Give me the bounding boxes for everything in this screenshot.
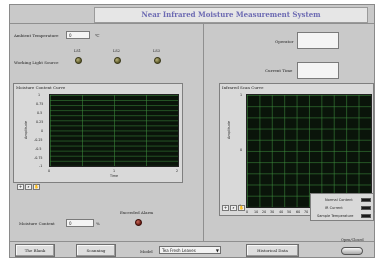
spectrum-legend: Normal Content IR Current Sample Tempera… <box>310 193 374 221</box>
light-source-label: Working Light Source <box>14 60 59 65</box>
the-blank-button[interactable]: The Blank <box>15 244 55 257</box>
y-tick: 0.5 <box>37 111 43 115</box>
ambient-temperature-label: Ambient Temperature <box>14 33 59 38</box>
moisture-content-label: Moisture Content <box>19 221 55 226</box>
open-closed-label: Open/Closed <box>341 238 364 242</box>
legend-swatch <box>361 214 371 218</box>
light-source-2-indicator <box>114 57 121 64</box>
y-tick: 0.25 <box>36 120 44 124</box>
legend-swatch <box>361 206 371 210</box>
y-tick: 0 <box>240 148 243 152</box>
x-tick: 20 <box>262 210 267 214</box>
moisture-chart-title: Moisture Content Curve <box>16 85 66 90</box>
legend-item: Sample Temperature <box>317 214 354 218</box>
x-tick: 70 <box>304 210 309 214</box>
moisture-content-unit: % <box>96 221 100 226</box>
hand-icon[interactable]: ✋ <box>238 205 245 211</box>
top-divider <box>10 23 374 24</box>
zoom-icon[interactable]: ⌕ <box>25 184 32 190</box>
moisture-chart-plot <box>49 94 179 167</box>
model-select[interactable]: Tea Fresh Leaves ▼ <box>159 246 221 254</box>
led-label-3: LS3 <box>153 49 160 53</box>
exceeded-alarm-label: Exceeded Alarm <box>120 210 154 215</box>
operator-field[interactable] <box>297 32 339 49</box>
led-label-2: LS2 <box>113 49 120 53</box>
chevron-down-icon: ▼ <box>215 248 219 253</box>
cursor-icon[interactable]: + <box>17 184 24 190</box>
y-tick: 0 <box>41 129 44 133</box>
spectrum-chart-toolbar: + ⌕ ✋ <box>222 205 245 211</box>
y-tick: -0.75 <box>34 156 43 160</box>
spectrum-chart-plot <box>246 94 372 208</box>
x-tick: 0 <box>48 169 51 173</box>
x-tick: 0 <box>246 210 249 214</box>
legend-item: IR Current <box>325 206 343 210</box>
y-tick: 1 <box>240 93 243 97</box>
y-tick: -0.25 <box>34 138 43 142</box>
x-tick: 60 <box>296 210 301 214</box>
moisture-chart-toolbar: + ⌕ ✋ <box>17 184 40 190</box>
operator-label: Operator <box>275 39 294 44</box>
open-closed-toggle[interactable] <box>341 247 363 255</box>
led-label-1: LS1 <box>74 49 81 53</box>
bottom-divider <box>10 241 374 242</box>
spectrum-chart-ylabel: Amplitude <box>226 121 231 139</box>
x-tick: 10 <box>254 210 259 214</box>
moisture-chart: Moisture Content Curve Amplitude 1 0.75 … <box>13 83 183 183</box>
model-select-value: Tea Fresh Leaves <box>162 248 196 253</box>
moisture-content-field[interactable]: 0 <box>66 219 94 227</box>
vertical-divider <box>203 23 204 241</box>
x-tick: 50 <box>287 210 292 214</box>
legend-swatch <box>361 198 371 202</box>
y-tick: -1 <box>39 164 43 168</box>
ambient-temperature-unit: ℃ <box>95 33 100 38</box>
historical-data-button[interactable]: Historical Data <box>246 244 299 257</box>
cursor-icon[interactable]: + <box>222 205 229 211</box>
light-source-1-indicator <box>75 57 82 64</box>
scanning-button[interactable]: Scanning <box>76 244 116 257</box>
y-tick: -0.5 <box>35 147 42 151</box>
x-tick: 1 <box>113 169 116 173</box>
x-tick: 2 <box>176 169 179 173</box>
moisture-chart-xlabel: Time <box>110 174 119 178</box>
x-tick: 40 <box>279 210 284 214</box>
moisture-chart-ylabel: Amplitude <box>23 121 28 139</box>
model-label: Model <box>140 249 153 254</box>
page-title: Near Infrared Moisture Measurement Syste… <box>94 7 368 23</box>
zoom-icon[interactable]: ⌕ <box>230 205 237 211</box>
current-time-field[interactable] <box>297 62 339 79</box>
main-panel: Near Infrared Moisture Measurement Syste… <box>9 4 375 258</box>
y-tick: 0.75 <box>36 102 44 106</box>
y-tick: 1 <box>38 93 41 97</box>
exceeded-alarm-indicator <box>135 219 142 226</box>
current-time-label: Current Time <box>265 68 293 73</box>
light-source-3-indicator <box>154 57 161 64</box>
x-tick: 30 <box>270 210 275 214</box>
ambient-temperature-field[interactable]: 0 <box>66 31 90 39</box>
spectrum-chart-title: Infrared Scan Curve <box>222 85 264 90</box>
legend-item: Normal Content <box>325 198 353 202</box>
hand-icon[interactable]: ✋ <box>33 184 40 190</box>
